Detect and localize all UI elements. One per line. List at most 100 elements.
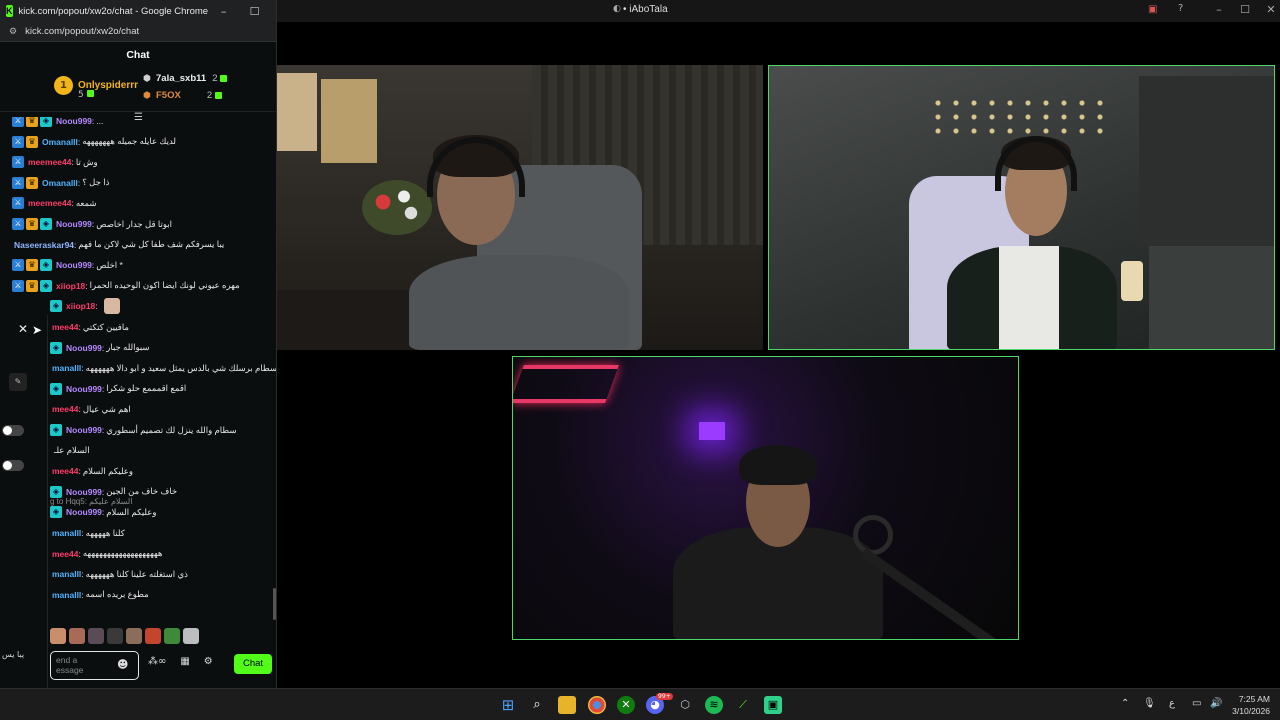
emote[interactable] xyxy=(107,628,123,644)
message-username[interactable]: meemee44 xyxy=(28,157,71,167)
message-username[interactable]: mee44 xyxy=(52,322,78,332)
emote[interactable] xyxy=(164,628,180,644)
chat-message[interactable]: ⚔ meemee44: شمعه xyxy=(12,195,97,211)
chat-message[interactable]: ◈ Noou999: سطام والله ينزل لك تصميم أسطوري xyxy=(50,422,237,438)
message-username[interactable]: mee44 xyxy=(52,549,78,559)
message-username[interactable]: Omanalll xyxy=(42,137,78,147)
message-username[interactable]: xiiop18 xyxy=(56,281,85,291)
message-username[interactable]: Noou999 xyxy=(66,425,102,435)
minimize-button[interactable]: – xyxy=(1209,3,1229,16)
address-bar[interactable]: ⚙ kick.com/popout/xw2o/chat xyxy=(0,22,276,42)
message-separator: : xyxy=(78,404,81,415)
chat-message[interactable]: ⚔ ♛ ◈ Noou999: اخلص * xyxy=(12,257,123,273)
stream-window-titlebar: ◐ • iAboTala ▣ ? – ☐ ✕ xyxy=(277,0,1280,22)
message-username[interactable]: Noou999 xyxy=(66,384,102,394)
message-username[interactable]: Noou999 xyxy=(66,487,102,497)
chat-message[interactable]: ⚔ ♛ ◈ Noou999: ابوتا قل جدار اخاصص xyxy=(12,216,172,232)
leaderboard-first[interactable]: 1 Onlyspiderrr xyxy=(54,76,138,95)
close-icon[interactable]: ✕ xyxy=(18,322,28,336)
start-menu-icon[interactable]: ⊞ xyxy=(499,696,517,714)
message-username[interactable]: manalll xyxy=(52,569,81,579)
reply-context[interactable]: g to Hqq5: السلام عليكم xyxy=(50,497,132,509)
cast-icon[interactable]: ▣ xyxy=(1148,4,1157,15)
chat-message[interactable]: mee44: اهم شي عيال xyxy=(50,401,131,417)
emote[interactable] xyxy=(126,628,142,644)
chat-message[interactable]: ⚔ ♛ ◈ Noou999:... xyxy=(12,117,103,129)
site-info-icon[interactable]: ⚙ xyxy=(9,27,17,37)
message-username[interactable]: Noou999 xyxy=(56,260,92,270)
message-username[interactable]: Omanalll xyxy=(42,178,78,188)
chrome-icon[interactable] xyxy=(588,696,606,714)
chat-message[interactable]: ⚔ ♛ Omanalll: لديك عايله جميله هههههههه xyxy=(12,134,176,150)
url-text[interactable]: kick.com/popout/xw2o/chat xyxy=(25,26,139,37)
leaderboard-second[interactable]: ⬢ 7ala_sxb11 2 xyxy=(143,73,228,84)
message-username[interactable]: Noou999 xyxy=(56,117,92,126)
chat-message[interactable]: السلام علـ xyxy=(50,443,90,459)
message-username[interactable]: manalll xyxy=(52,363,81,373)
message-username[interactable]: mee44 xyxy=(52,466,78,476)
emote[interactable] xyxy=(88,628,104,644)
microphone-icon[interactable]: 🎙 xyxy=(1143,698,1156,709)
settings-toggle-1[interactable] xyxy=(2,425,24,436)
emote[interactable] xyxy=(69,628,85,644)
network-icon[interactable]: ▭ xyxy=(1192,698,1201,709)
file-explorer-icon[interactable] xyxy=(558,696,576,714)
volume-icon[interactable]: 🔊 xyxy=(1210,698,1222,709)
chat-message[interactable]: mee44: مافيين كتكتي xyxy=(50,319,129,335)
chat-message[interactable]: mee44: هههههههههههههههههههه xyxy=(50,546,162,562)
search-icon[interactable]: ⌕ xyxy=(528,696,546,714)
maximize-button[interactable]: ☐ xyxy=(239,5,270,18)
chat-scrollbar[interactable] xyxy=(273,588,276,620)
emote[interactable] xyxy=(50,628,66,644)
chat-message[interactable]: ⚔ ♛ ◈ xiiop18: مهره عيوني لونك ايضا اكون الو… xyxy=(12,278,240,294)
keyboard-language[interactable]: ع xyxy=(1169,698,1175,709)
help-icon[interactable]: ? xyxy=(1178,3,1183,14)
message-username[interactable]: mee44 xyxy=(52,404,78,414)
maximize-button[interactable]: ☐ xyxy=(1235,3,1255,16)
pin-icon[interactable]: ✎ xyxy=(9,373,27,391)
chat-message[interactable]: ◈ xiiop18: xyxy=(50,298,123,315)
message-username[interactable]: Noou999 xyxy=(66,343,102,353)
message-separator: : xyxy=(81,589,84,600)
spotify-icon[interactable]: ≋ xyxy=(705,696,723,714)
gift-icon[interactable]: ▦ xyxy=(180,656,189,667)
chat-message[interactable]: manalll: سطام برسلك شي بالدس يمثل سعيد و … xyxy=(50,360,276,376)
chat-message[interactable]: ◈ Noou999: سبوالله جبار xyxy=(50,340,150,356)
settings-toggle-2[interactable] xyxy=(2,460,24,471)
settings-gear-icon[interactable]: ⚙ xyxy=(204,656,213,667)
minimize-button[interactable]: – xyxy=(208,5,239,18)
emoji-picker-icon[interactable]: ☻ xyxy=(117,658,128,671)
vip-crown-badge-icon: ♛ xyxy=(26,259,38,272)
chat-message[interactable]: Naseeraskar94: يبا يسرفكم شف طفا كل شي لا… xyxy=(12,237,224,253)
app-cube-icon[interactable]: ⬡ xyxy=(676,696,694,714)
leaderboard-third[interactable]: ⬢ F5OX 2 xyxy=(143,90,223,101)
kick-combo-icon[interactable]: ⁂∞ xyxy=(148,656,166,667)
xbox-icon[interactable]: ✕ xyxy=(617,696,635,714)
clock[interactable]: 7:25 AM 3/10/2026 xyxy=(1230,693,1270,717)
chat-app-icon[interactable]: ▣ xyxy=(764,696,782,714)
message-username[interactable]: Naseeraskar94 xyxy=(14,240,74,250)
message-username[interactable]: manalll xyxy=(52,590,81,600)
chrome-window-title: kick.com/popout/xw2o/chat - Google Chrom… xyxy=(18,5,209,17)
emote[interactable] xyxy=(183,628,199,644)
chat-message[interactable]: ⚔ ♛ Omanalll: ذا جل ؟ xyxy=(12,175,109,191)
chat-message[interactable]: manalll: ذي استغلته علينا كلنا ههههههه xyxy=(50,566,188,582)
kick-app-icon[interactable]: ⟋ xyxy=(734,696,752,714)
send-chat-button[interactable]: Chat xyxy=(234,654,272,674)
chat-message[interactable]: ◈ Noou999: اقمع اقمممع حلو شكرا xyxy=(50,381,186,397)
subscriber-badge-icon: ◈ xyxy=(50,341,62,354)
chat-message[interactable]: mee44: وعليكم السلام xyxy=(50,463,133,479)
close-button[interactable]: ✕ xyxy=(1261,3,1280,16)
emote[interactable] xyxy=(145,628,161,644)
chat-message[interactable]: ⚔ meemee44: وش تا xyxy=(12,154,98,170)
message-username[interactable]: xiiop18 xyxy=(66,301,95,311)
message-username[interactable]: Noou999 xyxy=(56,219,92,229)
chat-message[interactable]: manalll: مطوع بريده اسمه xyxy=(50,587,149,603)
message-username[interactable]: manalll xyxy=(52,528,81,538)
close-button[interactable]: ✕ xyxy=(270,5,276,18)
chat-message[interactable]: manalll: كلنا هههههه xyxy=(50,525,125,541)
gift-leaderboard: 1 Onlyspiderrr 5 ⬢ 7ala_sxb11 2 ⬢ F5OX 2 xyxy=(0,68,276,112)
tray-overflow-icon[interactable]: ⌃ xyxy=(1121,698,1129,709)
message-username[interactable]: meemee44 xyxy=(28,198,71,208)
chrome-titlebar: K kick.com/popout/xw2o/chat - Google Chr… xyxy=(0,0,276,22)
